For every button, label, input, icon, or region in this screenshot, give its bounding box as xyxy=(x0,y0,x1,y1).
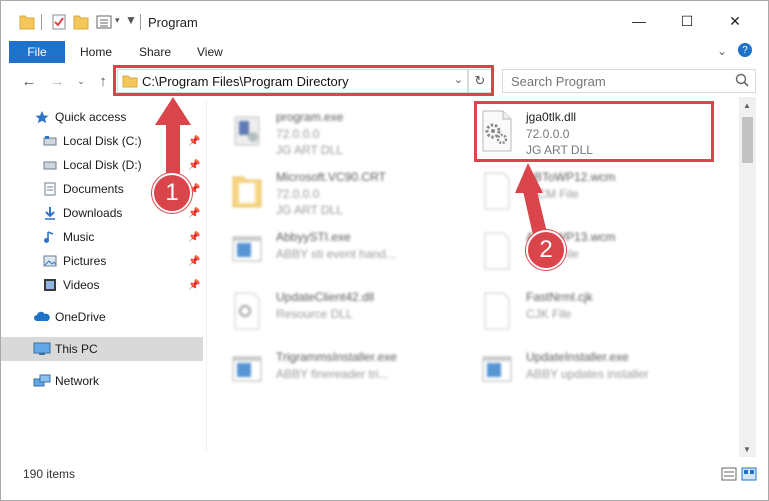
explorer-window: ▾ ▼ Program — ☐ ✕ File Home Share View ⌄… xyxy=(0,0,769,501)
callout-badge-2: 2 xyxy=(526,230,566,270)
callout-badge-1: 1 xyxy=(152,173,192,213)
arrow-2-head xyxy=(515,163,543,193)
annotation-arrows xyxy=(155,97,549,244)
arrow-1-head xyxy=(155,97,191,125)
